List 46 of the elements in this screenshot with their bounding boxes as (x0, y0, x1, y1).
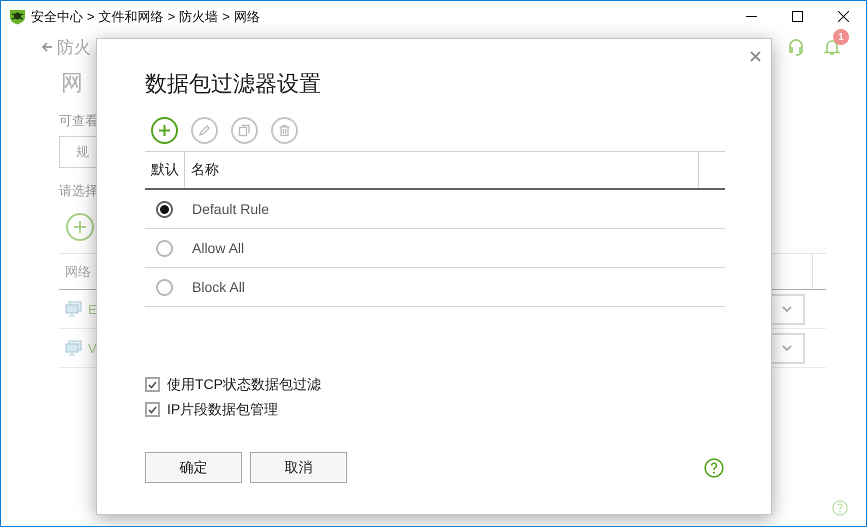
monitor-icon (65, 301, 82, 317)
breadcrumb-item[interactable]: 网络 (234, 8, 260, 26)
plus-icon (158, 124, 171, 137)
rule-name: Block All (192, 279, 245, 295)
monitor-icon (65, 340, 82, 356)
radio-button[interactable] (156, 278, 173, 296)
cancel-button[interactable]: 取消 (250, 452, 347, 483)
check-icon (148, 380, 157, 388)
checkbox[interactable] (145, 402, 160, 417)
add-button[interactable] (151, 117, 178, 144)
page-title: 网 (61, 69, 83, 97)
add-button[interactable] (66, 213, 94, 241)
trash-icon (278, 124, 291, 137)
checkbox[interactable] (145, 377, 160, 392)
copy-icon (238, 124, 251, 137)
pencil-icon (198, 124, 211, 137)
help-icon[interactable] (704, 458, 724, 478)
breadcrumb-separator: > (87, 9, 95, 24)
shield-logo-icon (9, 8, 26, 25)
chevron-down-icon (781, 344, 793, 352)
back-arrow-icon (42, 42, 53, 52)
chevron-down-icon (781, 305, 793, 313)
radio-button[interactable] (156, 240, 173, 256)
checkbox-label: 使用TCP状态数据包过滤 (167, 376, 321, 394)
breadcrumb-item[interactable]: 文件和网络 (98, 8, 164, 26)
radio-button[interactable] (156, 200, 173, 218)
breadcrumb-separator: > (222, 9, 230, 24)
maximize-icon (792, 11, 802, 22)
breadcrumb-item[interactable]: 安全中心 (31, 8, 83, 26)
check-icon (148, 406, 157, 414)
breadcrumb-separator: > (168, 9, 176, 24)
column-header: 默认 (145, 152, 185, 188)
headset-icon[interactable] (787, 38, 805, 56)
column-header: 名称 (185, 152, 699, 188)
close-icon (838, 11, 848, 22)
rule-name: Default Rule (192, 201, 270, 217)
rule-name: Allow All (192, 240, 244, 256)
bell-icon[interactable] (823, 38, 841, 56)
ok-button[interactable]: 确定 (145, 452, 242, 483)
breadcrumb-item[interactable]: 防火墙 (179, 8, 218, 26)
dialog-title: 数据包过滤器设置 (145, 70, 322, 98)
view-label: 可查看 (59, 112, 98, 130)
checkbox-label: IP片段数据包管理 (167, 400, 278, 418)
notification-badge: 1 (833, 29, 849, 45)
plus-icon (73, 220, 87, 234)
column-header: 网络 (65, 262, 91, 280)
